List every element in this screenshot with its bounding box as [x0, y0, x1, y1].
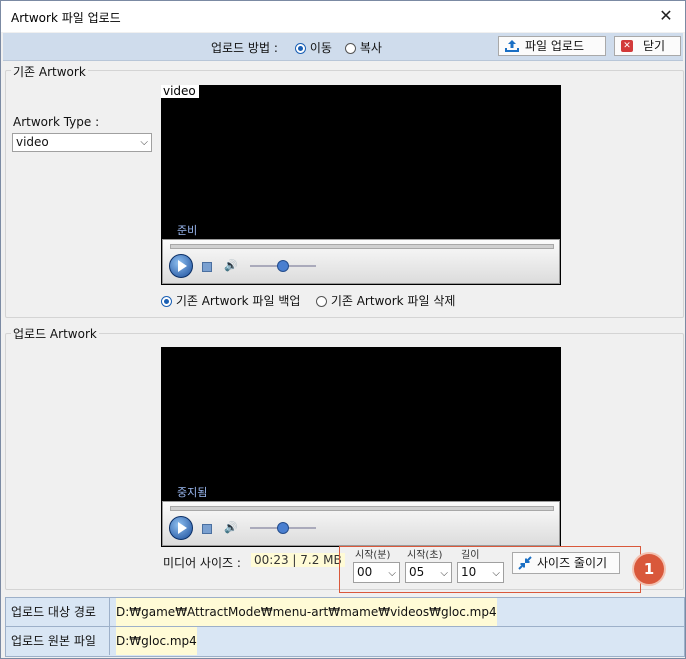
upload-dialog: Artwork 파일 업로드 ✕ 업로드 방법 : 이동 복사 파일 업로드 ✕…: [0, 0, 686, 659]
media-size-value: 00:23 | 7.2 MB: [251, 553, 345, 567]
upload-method-bar: 업로드 방법 : 이동 복사 파일 업로드 ✕ 닫기: [3, 33, 683, 61]
radio-selected-icon: [295, 43, 306, 54]
player-status: 중지됨: [177, 486, 208, 499]
title-bar: Artwork 파일 업로드 ✕: [1, 1, 685, 32]
radio-unselected-icon: [345, 43, 356, 54]
source-file-row: 업로드 원본 파일 D:₩gloc.mp4: [6, 627, 684, 655]
start-sec-select[interactable]: 05 ⌵: [405, 562, 452, 583]
start-sec-label: 시작(초): [407, 550, 443, 561]
play-icon[interactable]: [169, 516, 193, 540]
close-label: 닫기: [643, 39, 666, 53]
shrink-size-button[interactable]: 사이즈 줄이기: [512, 552, 620, 574]
method-copy-radio[interactable]: 복사: [345, 39, 382, 56]
chevron-down-icon: ⌵: [440, 568, 448, 579]
player-controls: 🔊: [162, 501, 560, 546]
artwork-type-value: video: [16, 135, 49, 149]
close-window-icon[interactable]: ✕: [655, 5, 677, 27]
volume-icon[interactable]: 🔊: [224, 522, 240, 534]
close-button[interactable]: ✕ 닫기: [614, 36, 681, 56]
start-min-select[interactable]: 00 ⌵: [353, 562, 400, 583]
window-title: Artwork 파일 업로드: [11, 11, 121, 25]
close-icon: ✕: [621, 40, 633, 52]
chevron-down-icon: ⌵: [140, 137, 148, 148]
existing-artwork-title: 기존 Artwork: [11, 63, 88, 80]
upload-method-label: 업로드 방법 :: [211, 41, 278, 55]
target-path-label: 업로드 대상 경로: [6, 598, 110, 626]
existing-video-player[interactable]: video 준비 🔊: [161, 85, 561, 285]
artwork-type-label: Artwork Type :: [13, 115, 100, 129]
length-select[interactable]: 10 ⌵: [457, 562, 504, 583]
start-sec-value: 05: [409, 565, 425, 579]
callout-badge: 1: [634, 554, 664, 584]
volume-knob[interactable]: [277, 260, 289, 272]
length-value: 10: [461, 565, 477, 579]
volume-icon[interactable]: 🔊: [224, 260, 240, 272]
delete-option[interactable]: 기존 Artwork 파일 삭제: [316, 292, 455, 309]
backup-label: 기존 Artwork 파일 백업: [175, 294, 301, 308]
target-path-value: D:₩game₩AttractMode₩menu-art₩mame₩videos…: [116, 598, 497, 626]
upload-artwork-title: 업로드 Artwork: [11, 325, 99, 342]
video-tag-label: video: [161, 85, 199, 98]
player-status: 준비: [177, 224, 198, 237]
method-move-label: 이동: [309, 41, 332, 55]
chevron-down-icon: ⌵: [492, 568, 500, 579]
media-size-label: 미디어 사이즈 :: [163, 556, 241, 570]
radio-selected-icon: [161, 296, 172, 307]
upload-icon: [505, 40, 519, 52]
volume-knob[interactable]: [277, 522, 289, 534]
start-min-value: 00: [357, 565, 373, 579]
radio-unselected-icon: [316, 296, 327, 307]
upload-video-player[interactable]: 중지됨 🔊: [161, 347, 561, 547]
chevron-down-icon: ⌵: [388, 568, 396, 579]
upload-file-label: 파일 업로드: [525, 39, 585, 53]
seek-bar[interactable]: [170, 506, 554, 511]
stop-icon[interactable]: [202, 262, 212, 272]
seek-bar[interactable]: [170, 244, 554, 249]
path-info-table: 업로드 대상 경로 D:₩game₩AttractMode₩menu-art₩m…: [5, 597, 685, 657]
length-label: 길이: [461, 550, 480, 561]
backup-option[interactable]: 기존 Artwork 파일 백업: [161, 292, 300, 309]
source-file-value: D:₩gloc.mp4: [116, 627, 197, 655]
method-move-radio[interactable]: 이동: [295, 39, 332, 56]
play-icon[interactable]: [169, 254, 193, 278]
start-min-label: 시작(분): [355, 550, 391, 561]
stop-icon[interactable]: [202, 524, 212, 534]
player-controls: 🔊: [162, 239, 560, 284]
artwork-type-select[interactable]: video ⌵: [12, 133, 152, 152]
source-file-label: 업로드 원본 파일: [6, 627, 110, 655]
target-path-row: 업로드 대상 경로 D:₩game₩AttractMode₩menu-art₩m…: [6, 598, 684, 627]
upload-file-button[interactable]: 파일 업로드: [498, 36, 606, 56]
shrink-size-label: 사이즈 줄이기: [537, 556, 608, 570]
method-copy-label: 복사: [359, 41, 382, 55]
shrink-icon: [518, 556, 532, 570]
delete-label: 기존 Artwork 파일 삭제: [330, 294, 456, 308]
